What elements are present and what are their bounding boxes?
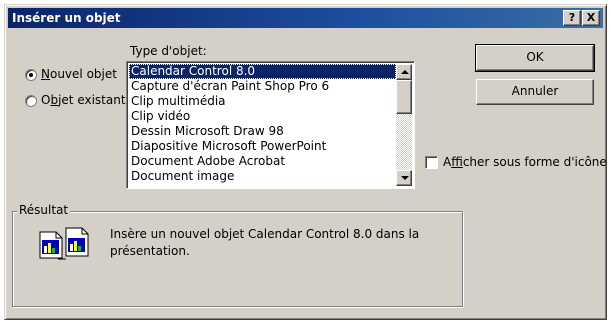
close-button[interactable]: X	[582, 10, 600, 26]
result-description: Insère un nouvel objet Calendar Control …	[110, 227, 420, 258]
list-item[interactable]: Calendar Control 8.0	[129, 64, 396, 79]
existing-object-radio[interactable]	[25, 95, 37, 107]
object-type-list[interactable]: Calendar Control 8.0 Capture d'écran Pain…	[126, 61, 415, 189]
list-item[interactable]: Clip multimédia	[129, 94, 396, 109]
insert-object-icon	[32, 226, 90, 264]
cancel-button[interactable]: Annuler	[476, 79, 594, 105]
scroll-down-button[interactable]	[396, 170, 412, 186]
ok-button[interactable]: OK	[475, 44, 595, 72]
help-button[interactable]: ?	[563, 10, 581, 26]
list-scrollbar[interactable]	[396, 64, 412, 186]
list-item[interactable]: Document Adobe Acrobat	[129, 154, 396, 169]
list-item[interactable]: Dessin Microsoft Draw 98	[129, 124, 396, 139]
scroll-up-button[interactable]	[396, 64, 412, 80]
new-object-radio[interactable]	[25, 69, 37, 81]
display-as-icon-label[interactable]: Afficher sous forme d'icône	[443, 155, 607, 169]
dialog-title: Insérer un objet	[12, 11, 121, 25]
object-type-items: Calendar Control 8.0 Capture d'écran Pain…	[129, 64, 396, 184]
title-bar: Insérer un objet ? X	[8, 8, 603, 28]
list-item[interactable]: Document image	[129, 169, 396, 184]
display-as-icon-checkbox[interactable]	[425, 156, 438, 169]
object-type-label: Type d'objet:	[130, 44, 207, 58]
arrow-down-icon	[401, 176, 409, 180]
list-item[interactable]: Capture d'écran Paint Shop Pro 6	[129, 79, 396, 94]
arrow-up-icon	[401, 70, 409, 74]
new-object-label[interactable]: Nouvel objet	[41, 67, 117, 81]
list-item[interactable]: Clip vidéo	[129, 109, 396, 124]
scroll-thumb[interactable]	[396, 80, 412, 114]
existing-object-label[interactable]: Objet existant	[41, 93, 126, 107]
result-title: Résultat	[17, 203, 71, 217]
list-item[interactable]: Diapositive Microsoft PowerPoint	[129, 139, 396, 154]
